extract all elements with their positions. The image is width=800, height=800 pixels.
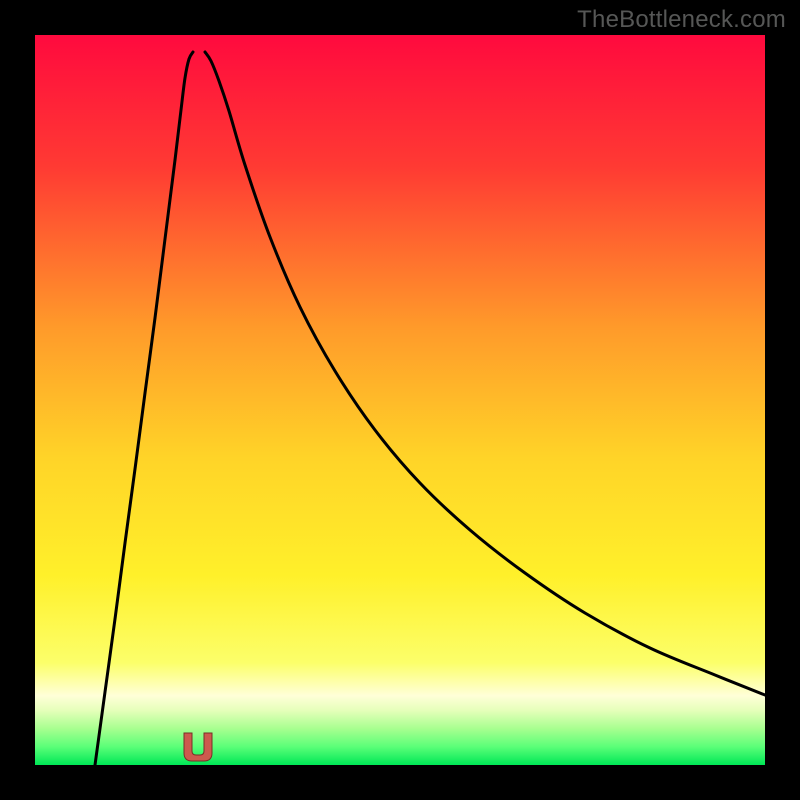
plot-area [35,35,765,765]
watermark-text: TheBottleneck.com [577,6,786,34]
chart-frame: TheBottleneck.com [0,0,800,800]
chart-svg [35,35,765,765]
